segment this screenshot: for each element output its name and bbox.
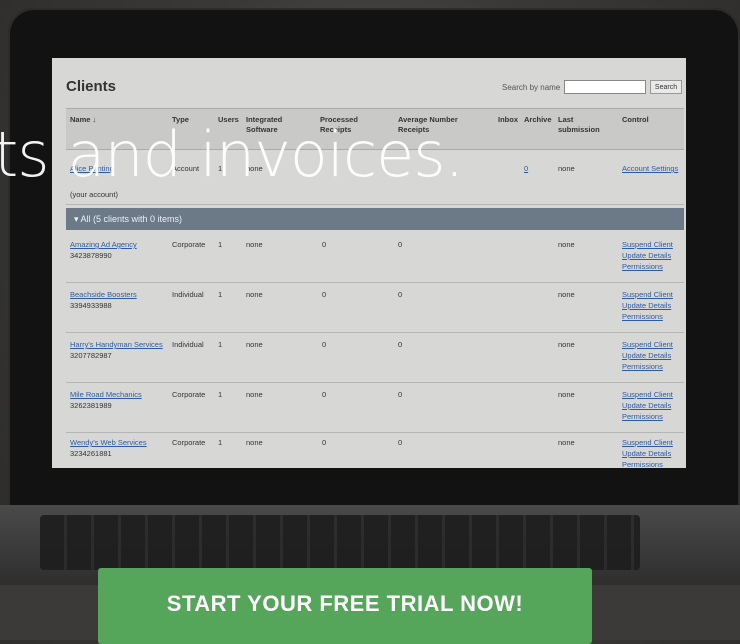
client-name-link[interactable]: Beachside Boosters	[70, 290, 137, 300]
laptop-keyboard	[40, 515, 640, 570]
suspend-client-link[interactable]: Suspend Client	[622, 240, 673, 250]
suspend-client-link[interactable]: Suspend Client	[622, 340, 673, 350]
client-last-submission: none	[558, 240, 575, 249]
account-note: (your account)	[70, 190, 118, 199]
client-processed: 0	[322, 240, 327, 249]
client-average: 0	[398, 340, 403, 349]
client-id: 3262381989	[70, 401, 112, 410]
client-type: Individual	[172, 340, 204, 349]
client-processed: 0	[322, 390, 327, 399]
table-row: Wendy's Web Services 3234261881 Corporat…	[66, 434, 684, 468]
client-last-submission: none	[558, 438, 575, 447]
client-last-submission: none	[558, 290, 575, 299]
page-title: Clients	[66, 78, 117, 95]
update-details-link[interactable]: Update Details	[622, 301, 671, 311]
client-type: Corporate	[172, 390, 206, 399]
permissions-link[interactable]: Permissions	[622, 412, 663, 422]
permissions-link[interactable]: Permissions	[622, 460, 663, 468]
client-average: 0	[398, 240, 403, 249]
search-label: Search by name	[502, 83, 561, 92]
search-button[interactable]: Search	[650, 80, 682, 94]
client-id: 3423878990	[70, 251, 112, 260]
start-free-trial-button[interactable]: START YOUR FREE TRIAL NOW!	[98, 568, 592, 644]
client-name-link[interactable]: Harry's Handyman Services	[70, 340, 163, 350]
suspend-client-link[interactable]: Suspend Client	[622, 290, 673, 300]
client-average: 0	[398, 390, 403, 399]
table-row: Beachside Boosters 3394933988 Individual…	[66, 286, 684, 333]
client-id: 3394933988	[70, 301, 112, 310]
table-row: Harry's Handyman Services 3207782987 Ind…	[66, 336, 684, 383]
search-input[interactable]	[564, 80, 646, 94]
suspend-client-link[interactable]: Suspend Client	[622, 390, 673, 400]
client-id: 3234261881	[70, 449, 112, 458]
client-last-submission: none	[558, 390, 575, 399]
client-integrated: none	[246, 290, 263, 299]
client-integrated: none	[246, 438, 263, 447]
table-row: Amazing Ad Agency 3423878990 Corporate 1…	[66, 236, 684, 283]
client-type: Individual	[172, 290, 204, 299]
client-name-link[interactable]: Amazing Ad Agency	[70, 240, 137, 250]
client-users: 1	[218, 390, 223, 399]
permissions-link[interactable]: Permissions	[622, 362, 663, 372]
client-name-link[interactable]: Wendy's Web Services	[70, 438, 147, 448]
client-integrated: none	[246, 340, 263, 349]
update-details-link[interactable]: Update Details	[622, 251, 671, 261]
client-processed: 0	[322, 290, 327, 299]
client-integrated: none	[246, 240, 263, 249]
client-integrated: none	[246, 390, 263, 399]
table-row: Mile Road Mechanics 3262381989 Corporate…	[66, 386, 684, 433]
client-average: 0	[398, 438, 403, 447]
permissions-link[interactable]: Permissions	[622, 312, 663, 322]
client-users: 1	[218, 290, 223, 299]
client-users: 1	[218, 240, 223, 249]
client-type: Corporate	[172, 438, 206, 447]
update-details-link[interactable]: Update Details	[622, 401, 671, 411]
client-name-link[interactable]: Mile Road Mechanics	[70, 390, 142, 400]
client-type: Corporate	[172, 240, 206, 249]
permissions-link[interactable]: Permissions	[622, 262, 663, 272]
client-average: 0	[398, 290, 403, 299]
update-details-link[interactable]: Update Details	[622, 351, 671, 361]
client-processed: 0	[322, 340, 327, 349]
suspend-client-link[interactable]: Suspend Client	[622, 438, 673, 448]
client-id: 3207782987	[70, 351, 112, 360]
client-processed: 0	[322, 438, 327, 447]
update-details-link[interactable]: Update Details	[622, 449, 671, 459]
client-users: 1	[218, 340, 223, 349]
client-users: 1	[218, 438, 223, 447]
client-group-bar[interactable]: ▾ All (5 clients with 0 items)	[66, 208, 684, 230]
client-last-submission: none	[558, 340, 575, 349]
hero-headline: ts and invoices.	[0, 118, 464, 191]
